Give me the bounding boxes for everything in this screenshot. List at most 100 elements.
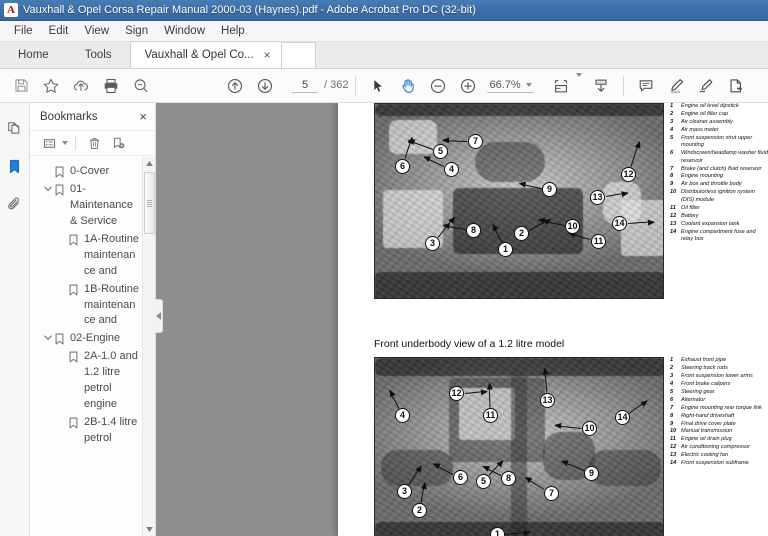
legend-text: Engine mounting rear torque link [681, 404, 762, 411]
tab-tools[interactable]: Tools [67, 41, 130, 68]
next-page-icon[interactable] [250, 72, 280, 100]
comment-icon[interactable] [631, 72, 661, 100]
legend-number: 1 [670, 357, 674, 363]
share-document-icon[interactable] [721, 72, 751, 100]
scroll-mode-icon[interactable] [586, 72, 616, 100]
chevron-down-icon[interactable] [40, 331, 55, 341]
menu-window[interactable]: Window [156, 23, 213, 39]
scrollbar-thumb[interactable] [144, 172, 155, 234]
bookmark-icon [69, 232, 84, 246]
bookmark-item[interactable]: 01-Maintenance & Service [30, 181, 142, 231]
fill-and-sign-icon[interactable] [691, 72, 721, 100]
bookmark-item[interactable]: 0-Cover [30, 163, 142, 181]
legend-text: Front suspension strut upper mounting [681, 134, 753, 149]
collapse-panel-handle[interactable] [154, 299, 163, 333]
document-tab-label: Vauxhall & Opel Co... [144, 49, 254, 61]
bookmark-label: 1B-Routine maintenance and [84, 282, 140, 327]
callout-marker: 6 [395, 159, 410, 174]
callout-marker: 6 [453, 470, 468, 485]
callout-marker: 14 [612, 216, 627, 231]
chevron-down-icon[interactable] [40, 182, 55, 192]
legend-number: 4 [670, 380, 674, 387]
underbody-photo: 1 2 3 4 5 6 7 8 9 10 11 12 13 14 [374, 357, 664, 536]
legend-row: 3 Air cleaner assembly [670, 119, 768, 126]
legend-number: 10 [670, 428, 677, 435]
callout-marker: 1 [490, 527, 505, 536]
legend-row: 11 Oil filter [670, 205, 768, 212]
bookmark-item[interactable]: 1B-Routine maintenance and [30, 281, 142, 331]
toolbar-divider-2 [622, 75, 624, 96]
bookmarks-icon[interactable] [3, 155, 27, 177]
legend-row: 9 Final drive cover plate [670, 421, 768, 428]
page-number-input[interactable] [292, 78, 318, 93]
legend-number: 7 [670, 165, 674, 172]
search-icon[interactable] [126, 72, 156, 100]
menu-sign[interactable]: Sign [117, 23, 156, 39]
zoom-in-icon[interactable] [453, 72, 483, 100]
bookmark-icon [69, 415, 84, 429]
close-icon[interactable]: × [264, 49, 271, 61]
page-count-label: / 362 [324, 78, 349, 91]
document-viewport[interactable]: 1 2 3 4 5 6 7 8 9 10 11 12 13 14 1 Engine oil level di… [156, 103, 768, 536]
scroll-up-icon[interactable] [143, 157, 155, 170]
zoom-level-selector[interactable]: 66.7% [487, 79, 534, 93]
legend-text: Coolant expansion tank [681, 220, 740, 227]
callout-marker: 11 [591, 234, 606, 249]
menu-view[interactable]: View [76, 23, 117, 39]
menu-edit[interactable]: Edit [41, 23, 77, 39]
zoom-out-icon[interactable] [423, 72, 453, 100]
menu-help[interactable]: Help [213, 23, 253, 39]
legend-row: 6 Windscreen/headlamp washer fluid reserv… [670, 150, 768, 165]
legend-text: Final drive cover plate [681, 420, 736, 427]
bookmark-item[interactable]: 2B-1.4 litre petrol [30, 414, 142, 448]
select-cursor-icon[interactable] [363, 72, 393, 100]
callout-marker: 8 [501, 471, 516, 486]
save-icon[interactable] [6, 72, 36, 100]
scrollbar-grip [147, 199, 152, 207]
chevron-down-icon[interactable] [62, 141, 68, 145]
delete-bookmark-icon[interactable] [83, 133, 105, 153]
bookmark-item[interactable]: 1A-Routine maintenance and [30, 231, 142, 281]
legend-number: 3 [670, 372, 674, 379]
bookmarks-toolbar [30, 130, 155, 156]
bookmark-item[interactable]: 02-Engine [30, 330, 142, 348]
pdf-page: 1 2 3 4 5 6 7 8 9 10 11 12 13 14 1 Engine oil level di… [338, 103, 768, 536]
legend-text: Exhaust front pipe [681, 357, 727, 363]
underbody-legend: 1 Exhaust front pipe 2 Steering track rods 3… [664, 357, 768, 536]
legend-row: 12 Battery [670, 213, 768, 220]
new-bookmark-icon[interactable] [107, 133, 129, 153]
previous-page-icon[interactable] [220, 72, 250, 100]
callout-leader [630, 142, 640, 168]
legend-number: 2 [670, 110, 674, 117]
scroll-down-icon[interactable] [143, 523, 155, 536]
tab-document[interactable]: Vauxhall & Opel Co... × [129, 41, 282, 68]
workspace: Bookmarks × 0-Cover 01-Maintenance & Ser… [0, 103, 768, 536]
fit-page-icon[interactable] [546, 72, 576, 100]
attachments-icon[interactable] [3, 193, 27, 215]
fit-dropdown-wrap[interactable] [575, 72, 586, 95]
legend-number: 4 [670, 126, 674, 133]
print-icon[interactable] [96, 72, 126, 100]
highlight-pen-icon[interactable] [661, 72, 691, 100]
bookmarks-tree[interactable]: 0-Cover 01-Maintenance & Service 1A-Routin… [30, 156, 155, 536]
legend-text: Engine mounting [681, 173, 723, 180]
chevron-down-icon[interactable] [575, 72, 582, 94]
hand-tool-icon[interactable] [393, 72, 423, 100]
close-icon[interactable]: × [139, 110, 147, 123]
bookmark-icon [69, 282, 84, 296]
menu-file[interactable]: File [6, 23, 41, 39]
tab-bar: Home Tools Vauxhall & Opel Co... × [0, 41, 768, 69]
bookmark-options-icon[interactable] [38, 133, 60, 153]
upload-cloud-icon[interactable] [66, 72, 96, 100]
page-thumbnails-icon[interactable] [3, 117, 27, 139]
bookmark-item[interactable]: 2A-1.0 and 1.2 litre petrol engine [30, 348, 142, 414]
legend-number: 6 [670, 396, 674, 403]
legend-number: 7 [670, 404, 674, 411]
bookmarks-scrollbar[interactable] [142, 157, 155, 536]
legend-row: 7 Brake (and clutch) fluid reservoir [670, 166, 768, 173]
tab-home[interactable]: Home [0, 41, 67, 68]
callout-leader [388, 390, 399, 409]
chevron-down-icon[interactable] [525, 82, 532, 87]
star-icon[interactable] [36, 72, 66, 100]
underbody-figure-caption: Front underbody view of a 1.2 litre mode… [374, 338, 565, 350]
